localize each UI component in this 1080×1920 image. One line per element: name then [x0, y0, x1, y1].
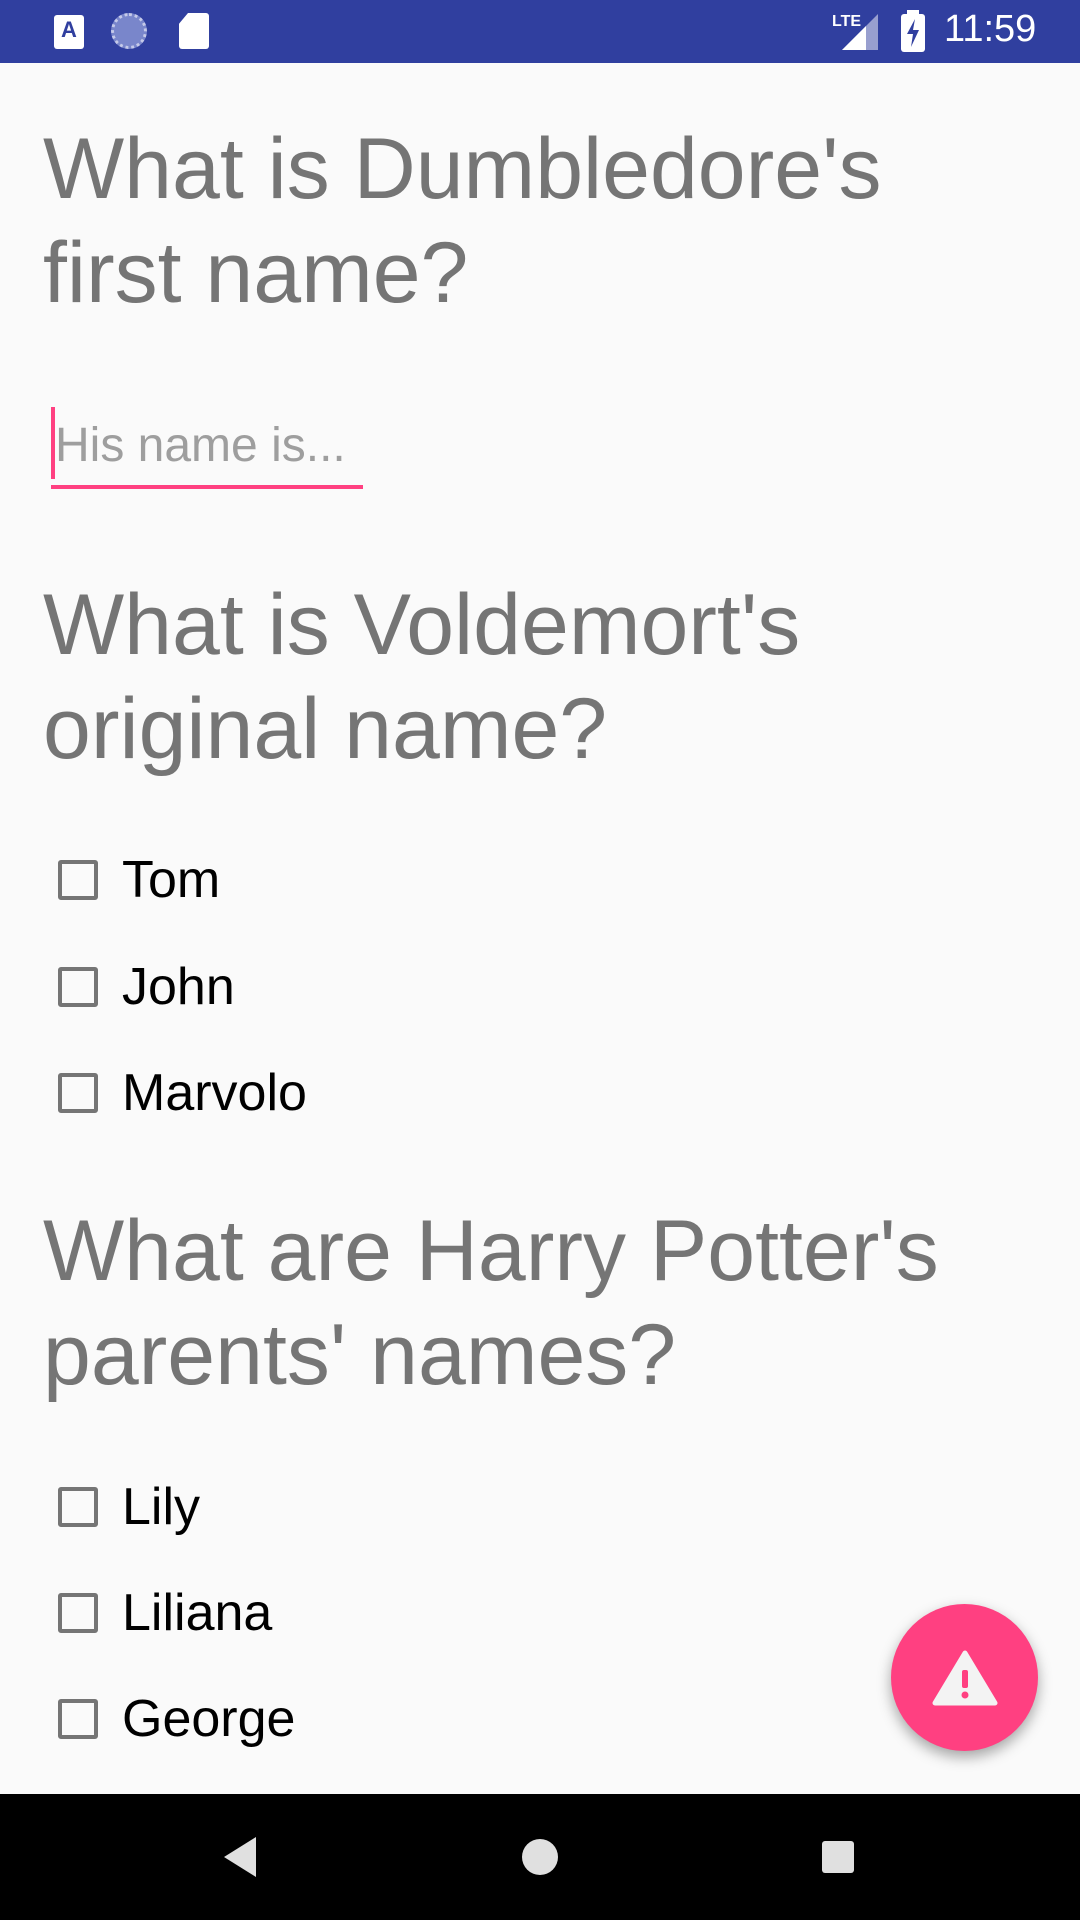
option-label-tom: Tom	[122, 851, 221, 909]
option-label-marvolo: Marvolo	[122, 1064, 307, 1122]
checkbox-john[interactable]	[58, 967, 98, 1007]
recents-icon[interactable]	[768, 1794, 908, 1920]
dumbledore-name-input[interactable]	[51, 405, 363, 489]
battery-charging-icon	[901, 10, 925, 52]
back-icon[interactable]	[170, 1794, 310, 1920]
warning-icon	[932, 1650, 997, 1705]
option-john[interactable]: John	[58, 947, 235, 1027]
checkbox-george[interactable]	[58, 1699, 98, 1739]
option-label-john: John	[122, 958, 235, 1016]
question-2-title: What is Voldemort's original name?	[43, 577, 801, 777]
navigation-bar	[0, 1794, 1080, 1920]
home-icon[interactable]	[470, 1794, 610, 1920]
option-label-george: George	[122, 1690, 296, 1748]
option-label-lily: Lily	[122, 1478, 201, 1536]
checkbox-lily[interactable]	[58, 1487, 98, 1527]
option-george[interactable]: George	[58, 1679, 295, 1759]
checkbox-liliana[interactable]	[58, 1593, 98, 1633]
question-3-title: What are Harry Potter's parents' names?	[43, 1203, 939, 1403]
sync-icon	[111, 13, 147, 49]
sd-card-icon	[179, 13, 209, 49]
option-label-liliana: Liliana	[122, 1584, 273, 1642]
question-1-title: What is Dumbledore's first name?	[43, 121, 882, 321]
checkbox-tom[interactable]	[58, 860, 98, 900]
option-lily[interactable]: Lily	[58, 1467, 200, 1547]
checkbox-marvolo[interactable]	[58, 1073, 98, 1113]
option-liliana[interactable]: Liliana	[58, 1573, 272, 1653]
lte-signal-icon	[842, 14, 878, 50]
option-tom[interactable]: Tom	[58, 840, 220, 920]
option-marvolo[interactable]: Marvolo	[58, 1053, 307, 1133]
clock-time: 11:59	[944, 8, 1037, 50]
text-cursor	[51, 407, 55, 479]
status-bar: A LTE 11:59	[0, 0, 1080, 63]
submit-fab-button[interactable]	[891, 1604, 1038, 1751]
accessibility-app-icon: A	[54, 15, 84, 49]
